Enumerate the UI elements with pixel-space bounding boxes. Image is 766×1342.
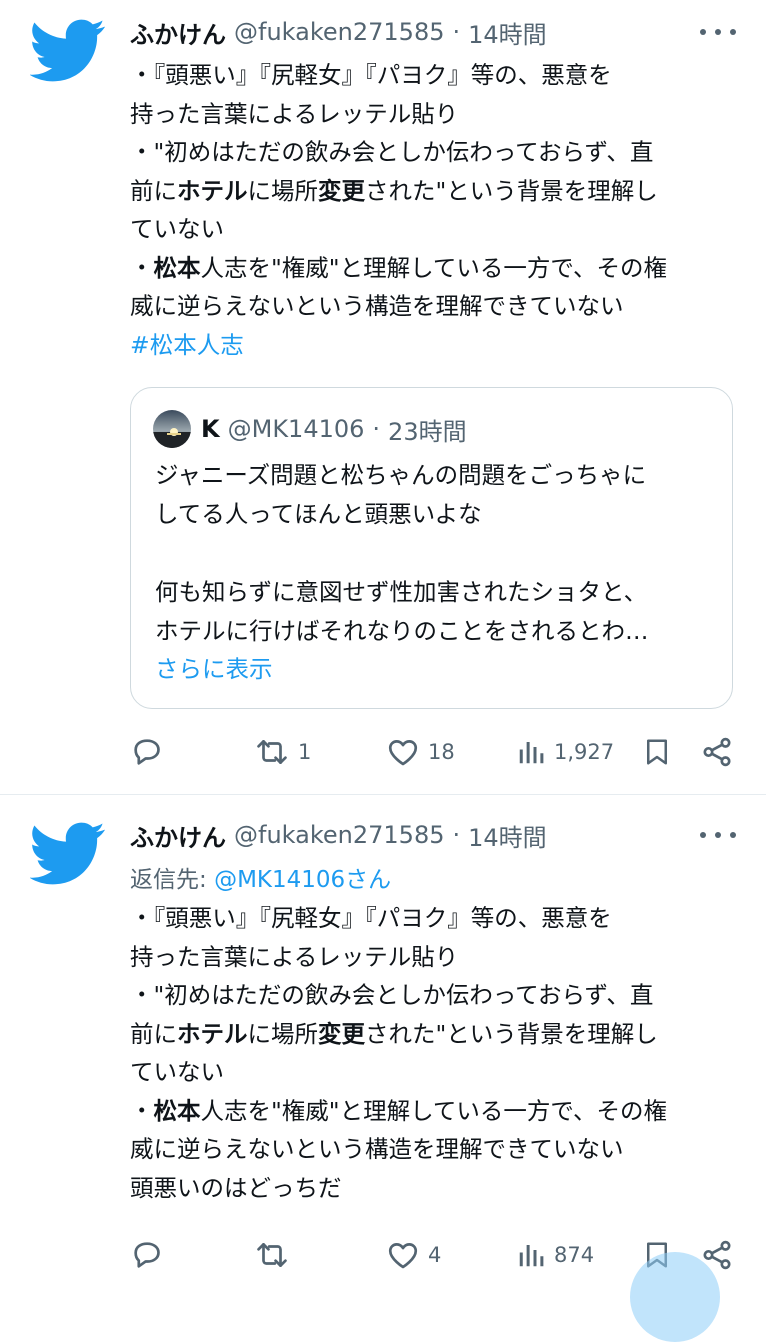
text-line: してる人ってほんと頭悪いよな bbox=[155, 500, 482, 528]
share-button[interactable] bbox=[700, 732, 734, 772]
views-button[interactable]: 874 bbox=[516, 1235, 594, 1275]
bookmark-icon bbox=[642, 735, 672, 769]
bold-text: 松本 bbox=[153, 1096, 201, 1125]
text-line: ホテルに行けばそれなりのことをされるとわ… bbox=[155, 617, 649, 645]
tweet[interactable]: ふかけん @fukaken271585 · 14時間 返信先: @MK14106… bbox=[0, 795, 766, 1280]
text-line: 何も知らずに意図せず性加害されたショタと、 bbox=[155, 578, 648, 606]
reply-button[interactable] bbox=[130, 1235, 172, 1275]
text-segment: 前に bbox=[130, 176, 177, 205]
text-line: 持った言葉によるレッテル貼り bbox=[130, 99, 459, 128]
heart-icon bbox=[386, 735, 420, 769]
text-segment: 人志を"権威"と理解している一方で、その権 bbox=[200, 1096, 667, 1125]
user-handle[interactable]: @MK14106 bbox=[228, 415, 365, 443]
bold-text: ホテル bbox=[177, 1019, 248, 1048]
reply-to-prefix: 返信先: bbox=[130, 867, 215, 893]
retweet-button[interactable]: 1 bbox=[254, 732, 311, 772]
like-button[interactable]: 18 bbox=[386, 732, 455, 772]
view-count: 874 bbox=[554, 1243, 595, 1267]
views-button[interactable]: 1,927 bbox=[516, 732, 614, 772]
text-line: ・"初めはただの飲み会としか伝わっておらず、直 bbox=[130, 981, 654, 1009]
text-line: 威に逆らえないという構造を理解できていない bbox=[130, 292, 624, 320]
reply-button[interactable] bbox=[130, 732, 172, 772]
text-line: ・『頭悪い』『尻軽女』『パヨク』等の、悪意を bbox=[130, 61, 612, 89]
text-segment: された"という背景を理解し bbox=[365, 1019, 658, 1048]
timestamp[interactable]: 23時間 bbox=[388, 412, 467, 447]
mention-link[interactable]: @MK14106 bbox=[214, 867, 345, 893]
quote-text: ジャニーズ問題と松ちゃんの問題をごっちゃに してる人ってほんと頭悪いよな 何も知… bbox=[155, 456, 718, 651]
twitter-bird-icon[interactable] bbox=[29, 815, 106, 891]
retweet-icon bbox=[254, 1238, 290, 1272]
text-segment: ・ bbox=[130, 1096, 154, 1125]
timestamp[interactable]: 14時間 bbox=[468, 15, 547, 50]
text-line: ジャニーズ問題と松ちゃんの問題をごっちゃに bbox=[155, 461, 647, 489]
bold-text: 変更 bbox=[318, 1019, 365, 1048]
text-segment: ・ bbox=[130, 253, 154, 282]
separator-dot: · bbox=[452, 18, 461, 46]
quote-header: K @MK14106 · 23時間 bbox=[201, 410, 467, 448]
timestamp[interactable]: 14時間 bbox=[468, 818, 547, 853]
twitter-bird-icon[interactable] bbox=[29, 12, 106, 88]
tweet-header: ふかけん @fukaken271585 · 14時間 bbox=[130, 12, 736, 52]
retweet-count: 1 bbox=[298, 740, 312, 764]
bar-chart-icon bbox=[516, 1240, 546, 1270]
text-segment: に場所 bbox=[247, 1019, 319, 1048]
text-line: ・"初めはただの飲み会としか伝わっておらず、直 bbox=[130, 138, 654, 166]
retweet-icon bbox=[254, 735, 290, 769]
reply-icon bbox=[130, 1238, 164, 1272]
tweet-actions: 1 18 1,927 bbox=[130, 732, 736, 772]
bold-text: 松本 bbox=[153, 253, 201, 282]
like-button[interactable]: 4 bbox=[386, 1235, 441, 1275]
quoted-tweet[interactable]: K @MK14106 · 23時間 ジャニーズ問題と松ちゃんの問題をごっちゃに … bbox=[130, 387, 733, 709]
retweet-button[interactable] bbox=[254, 1235, 298, 1275]
display-name[interactable]: K bbox=[201, 415, 220, 443]
separator-dot: · bbox=[372, 415, 381, 443]
bar-chart-icon bbox=[516, 737, 546, 767]
tweet[interactable]: ふかけん @fukaken271585 · 14時間 ・『頭悪い』『尻軽女』『パ… bbox=[0, 0, 766, 794]
text-line: 威に逆らえないという構造を理解できていない bbox=[130, 1135, 624, 1163]
reply-to-suffix: さん bbox=[345, 867, 392, 893]
compose-fab[interactable] bbox=[630, 1252, 720, 1342]
share-icon bbox=[700, 735, 734, 769]
text-line: 前にホテルに場所変更された"という背景を理解し bbox=[130, 172, 744, 211]
user-handle[interactable]: @fukaken271585 bbox=[234, 821, 444, 849]
text-line: ・松本人志を"権威"と理解している一方で、その権 bbox=[130, 1092, 744, 1131]
display-name[interactable]: ふかけん bbox=[130, 15, 226, 50]
text-segment: 前に bbox=[130, 1019, 177, 1048]
user-handle[interactable]: @fukaken271585 bbox=[234, 18, 444, 46]
more-options-icon[interactable] bbox=[700, 18, 736, 46]
text-line: ていない bbox=[130, 1058, 224, 1086]
bold-text: 変更 bbox=[318, 176, 365, 205]
text-segment: に場所 bbox=[247, 176, 319, 205]
text-line: ていない bbox=[130, 215, 224, 243]
display-name[interactable]: ふかけん bbox=[130, 818, 226, 853]
tweet-text: ・『頭悪い』『尻軽女』『パヨク』等の、悪意を 持った言葉によるレッテル貼り ・"… bbox=[130, 56, 744, 364]
tweet-header: ふかけん @fukaken271585 · 14時間 bbox=[130, 815, 736, 855]
text-line: ・松本人志を"権威"と理解している一方で、その権 bbox=[130, 249, 744, 288]
view-count: 1,927 bbox=[554, 740, 615, 764]
show-more-link[interactable]: さらに表示 bbox=[155, 650, 273, 684]
bold-text: ホテル bbox=[177, 176, 248, 205]
hashtag-link[interactable]: #松本人志 bbox=[130, 326, 744, 365]
like-count: 18 bbox=[428, 740, 455, 764]
like-count: 4 bbox=[428, 1243, 442, 1267]
tweet-text: ・『頭悪い』『尻軽女』『パヨク』等の、悪意を 持った言葉によるレッテル貼り ・"… bbox=[130, 899, 744, 1207]
text-line: 前にホテルに場所変更された"という背景を理解し bbox=[130, 1015, 744, 1054]
text-segment: された"という背景を理解し bbox=[365, 176, 658, 205]
text-line: 頭悪いのはどっちだ bbox=[130, 1173, 342, 1202]
bookmark-button[interactable] bbox=[642, 732, 672, 772]
reply-to-line: 返信先: @MK14106さん bbox=[130, 860, 391, 894]
heart-icon bbox=[386, 1238, 420, 1272]
reply-icon bbox=[130, 735, 164, 769]
text-line: 持った言葉によるレッテル貼り bbox=[130, 942, 459, 971]
text-segment: 人志を"権威"と理解している一方で、その権 bbox=[200, 253, 667, 282]
more-options-icon[interactable] bbox=[700, 821, 736, 849]
avatar[interactable] bbox=[153, 410, 191, 448]
text-line: ・『頭悪い』『尻軽女』『パヨク』等の、悪意を bbox=[130, 904, 612, 932]
separator-dot: · bbox=[452, 821, 461, 849]
